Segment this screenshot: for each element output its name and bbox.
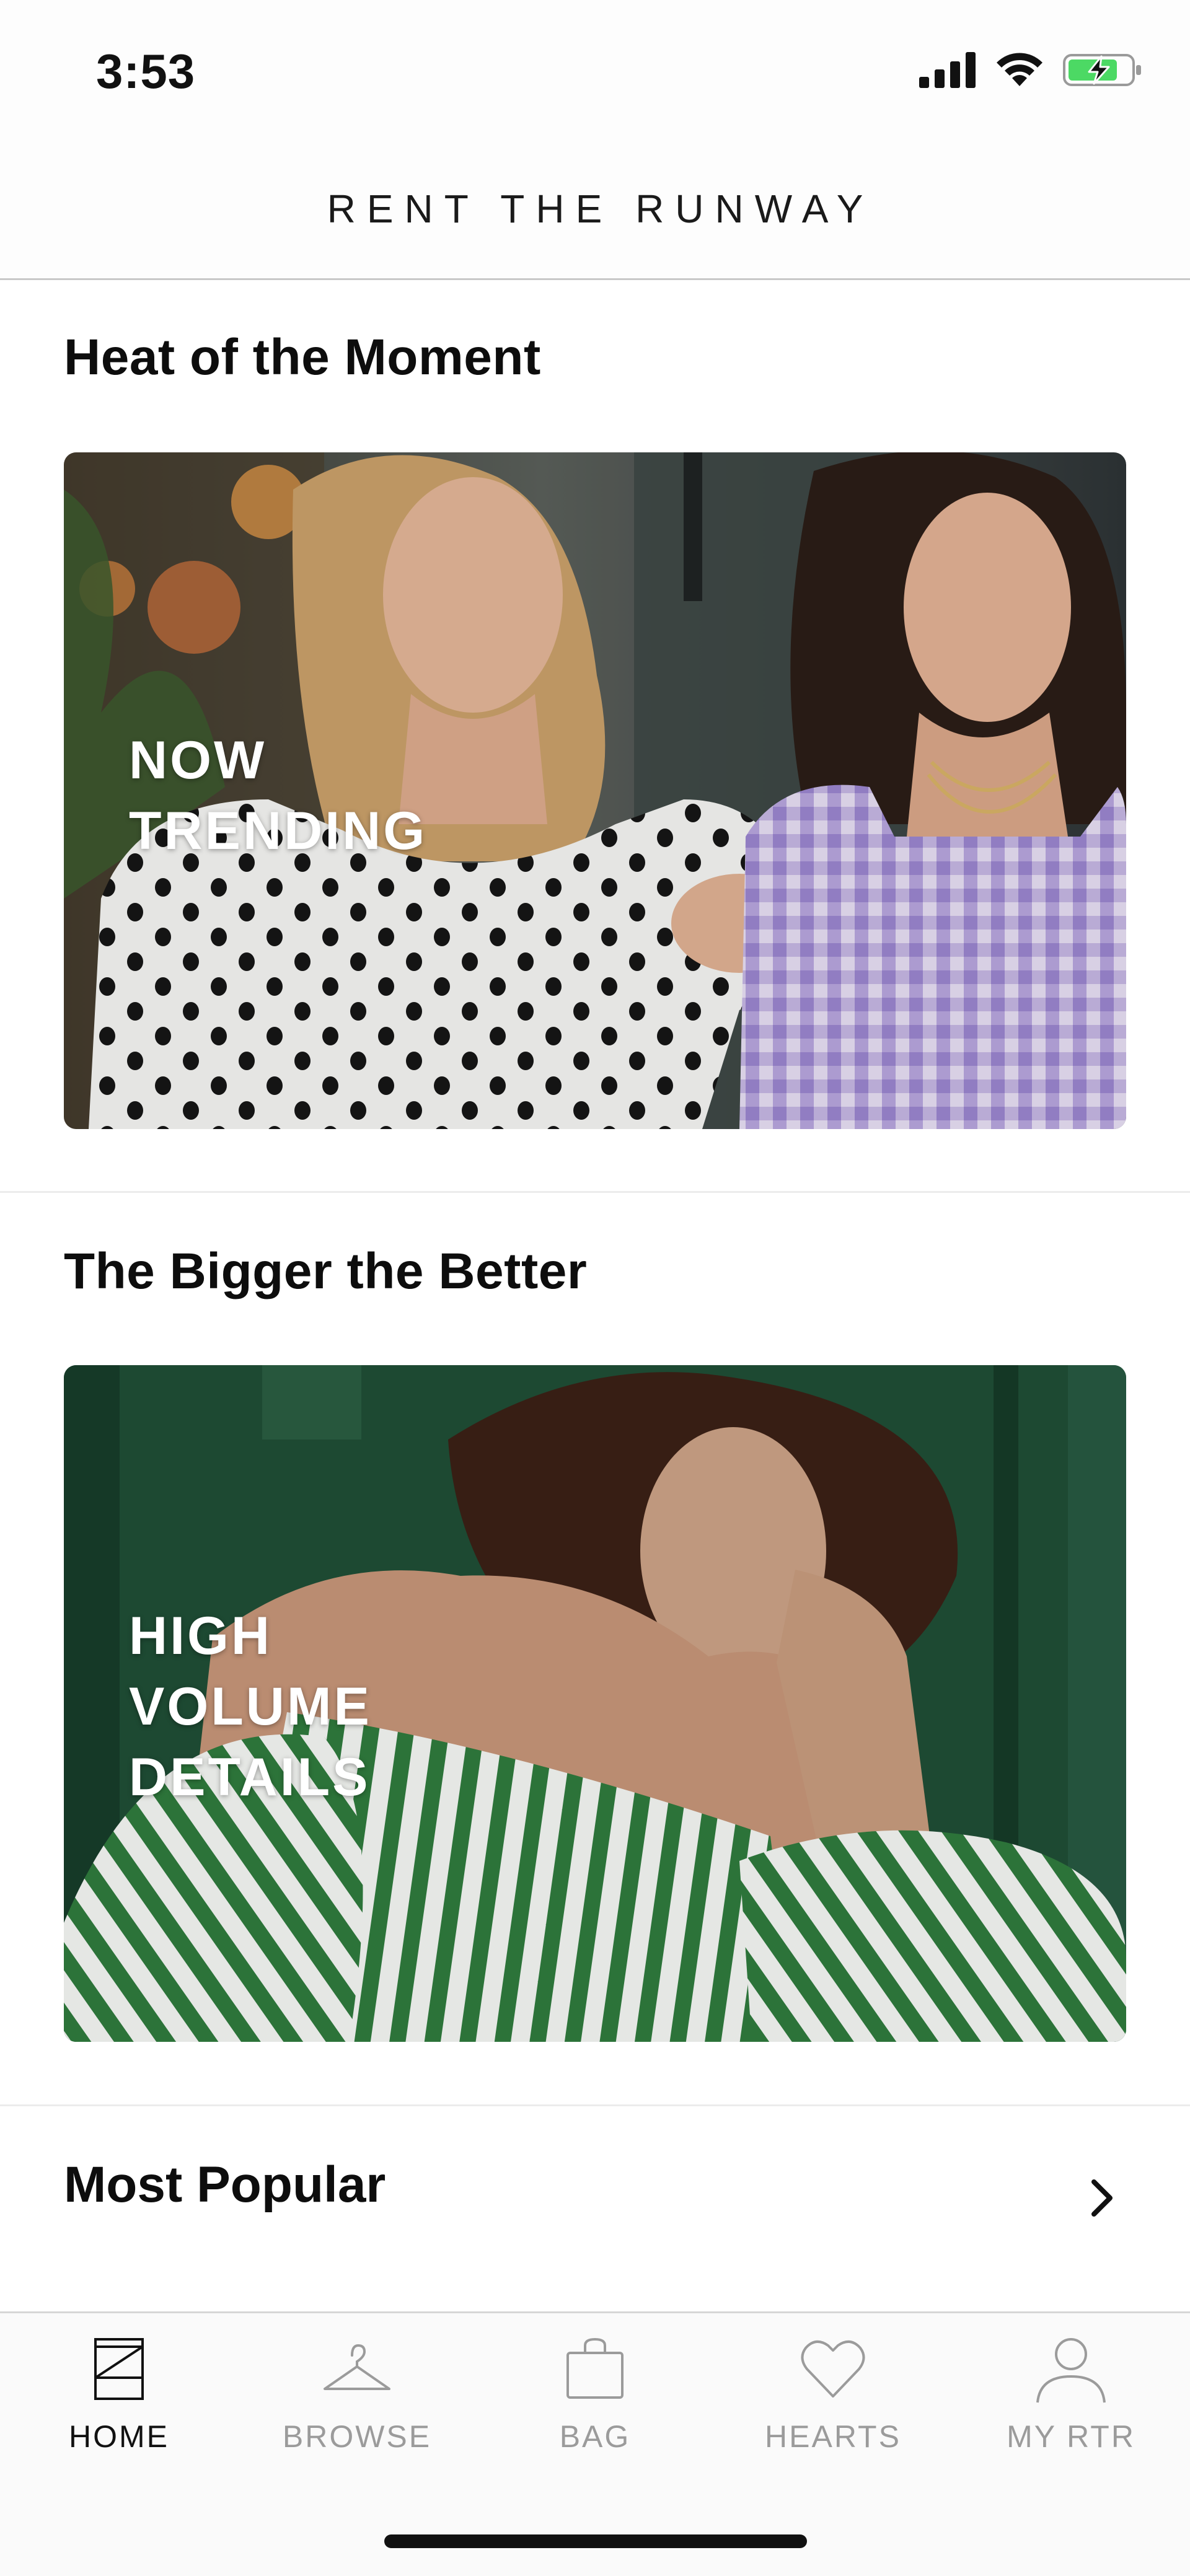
tab-label: BROWSE [282, 2419, 432, 2454]
bag-icon [558, 2332, 632, 2406]
chevron-right-icon[interactable] [1077, 2173, 1126, 2223]
app-header: RENT THE RUNWAY [0, 143, 1190, 280]
battery-charging-icon [1063, 51, 1144, 92]
hero-label-line: HIGH [129, 1606, 272, 1666]
status-time: 3:53 [96, 44, 196, 99]
tab-home[interactable]: HOME [0, 2332, 238, 2493]
hanger-icon [320, 2332, 394, 2406]
tab-label: HOME [69, 2419, 169, 2454]
tab-browse[interactable]: BROWSE [238, 2332, 476, 2493]
tab-my-rtr[interactable]: MY RTR [952, 2332, 1190, 2493]
section-title: The Bigger the Better [64, 1243, 588, 1299]
most-popular-row[interactable]: Most Popular [0, 2106, 1190, 2311]
cellular-signal-icon [919, 51, 976, 91]
heart-icon [796, 2332, 870, 2406]
app-screen: 3:53 RENT THE RUNWAY Heat of the Moment … [0, 0, 1190, 2576]
hero-label-line: NOW [129, 731, 267, 790]
most-popular-title: Most Popular [64, 2156, 386, 2213]
hero-label-line: TRENDING [129, 801, 428, 861]
hero-label-high-volume-details: HIGH VOLUME DETAILS [129, 1601, 372, 1813]
hero-card-now-trending[interactable]: NOW TRENDING [64, 452, 1126, 1129]
tab-label: BAG [559, 2419, 631, 2454]
brand-logo[interactable]: RENT THE RUNWAY [0, 186, 1190, 232]
status-bar: 3:53 [0, 0, 1190, 143]
tab-label: HEARTS [765, 2419, 901, 2454]
tab-hearts[interactable]: HEARTS [714, 2332, 952, 2493]
hero-label-now-trending: NOW TRENDING [129, 725, 427, 866]
home-icon [82, 2332, 156, 2406]
person-icon [1034, 2332, 1108, 2406]
hero-label-line: VOLUME [129, 1677, 372, 1736]
wifi-icon [995, 51, 1044, 92]
status-icons [919, 50, 1144, 93]
tab-label: MY RTR [1007, 2419, 1135, 2454]
section-the-bigger-the-better: The Bigger the Better HIGH VOLUME DETAIL… [0, 1193, 1190, 2105]
home-indicator[interactable] [384, 2534, 807, 2548]
tab-bag[interactable]: BAG [476, 2332, 714, 2493]
section-heat-of-the-moment: Heat of the Moment NOW TRENDING [0, 280, 1190, 1192]
hero-card-high-volume-details[interactable]: HIGH VOLUME DETAILS [64, 1365, 1126, 2042]
section-title: Heat of the Moment [64, 329, 541, 385]
hero-label-line: DETAILS [129, 1747, 371, 1807]
